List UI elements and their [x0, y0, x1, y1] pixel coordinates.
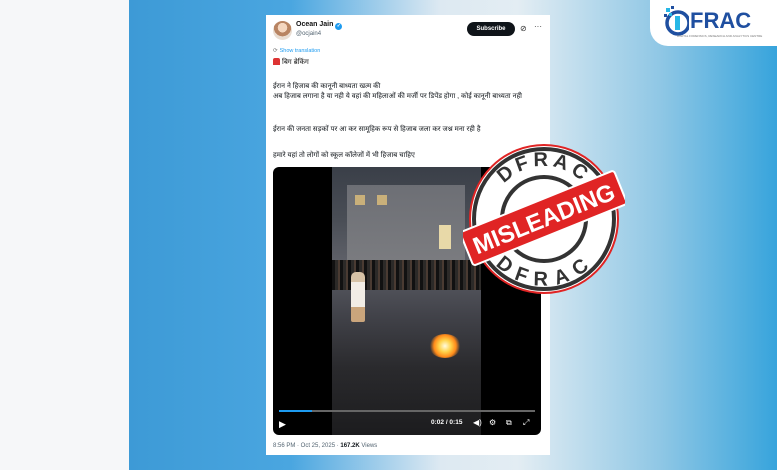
logo-subtitle: DIGITAL FORENSICS, RESEARCH AND ANALYTIC…	[677, 34, 763, 38]
timestamp[interactable]: 8:56 PM · Oct 25, 2025 ·	[273, 443, 340, 449]
siren-icon	[273, 58, 280, 65]
video-time: 0:02 / 0:15	[431, 419, 463, 426]
show-translation-label: Show translation	[279, 48, 321, 54]
settings-icon[interactable]: ⚙	[489, 418, 496, 427]
window	[439, 225, 451, 249]
tweet-paragraph-1: ईरान ने हिजाब की कानूनी बाध्यता खत्म की …	[273, 82, 545, 101]
video-progress-bar[interactable]	[279, 410, 535, 412]
author-handle[interactable]: @ocjain4	[296, 31, 321, 37]
show-translation-link[interactable]: ⟳ Show translation	[273, 48, 320, 54]
tweet-line-1: ईरान ने हिजाब की कानूनी बाध्यता खत्म की	[273, 83, 381, 90]
window	[355, 195, 365, 205]
more-icon[interactable]: ···	[534, 22, 542, 31]
logo-mark-icon	[664, 6, 689, 36]
misleading-stamp: DFRAC DFRAC MISLEADING	[463, 144, 625, 294]
left-background	[0, 0, 129, 470]
breaking-line: बिग ब्रेकिंग	[273, 58, 309, 67]
volume-icon[interactable]: ◀)	[473, 418, 482, 427]
breaking-text: बिग ब्रेकिंग	[282, 59, 309, 66]
fullscreen-icon[interactable]: ⧉	[506, 418, 512, 428]
person	[351, 272, 365, 322]
views-count: 167.2K	[340, 443, 360, 449]
avatar[interactable]	[273, 21, 292, 40]
video-controls: ▶ 0:02 / 0:15 ◀) ⚙ ⧉ ⤢	[273, 409, 541, 435]
tweet-footer: 8:56 PM · Oct 25, 2025 · 167.2K Views	[273, 443, 377, 449]
tweet-line-2: अब हिजाब लगाना है या नही ये वहां की महिल…	[273, 92, 522, 100]
video-frame	[332, 167, 481, 435]
building	[347, 185, 465, 265]
author-name[interactable]: Ocean Jain	[296, 21, 333, 28]
subscribe-button[interactable]: Subscribe	[467, 22, 515, 36]
verified-badge-icon: ✓	[335, 23, 343, 30]
grok-icon[interactable]: ⊘	[520, 24, 527, 33]
dfrac-logo: FRAC DIGITAL FORENSICS, RESEARCH AND ANA…	[650, 0, 777, 46]
tweet-paragraph-2: ईरान की जनता सड़कों पर आ कर सामूहिक रूप …	[273, 126, 481, 133]
play-icon[interactable]: ▶	[279, 419, 286, 430]
logo-text: FRAC	[690, 8, 752, 33]
video-progress-fill	[279, 410, 313, 412]
author-name-row[interactable]: Ocean Jain ✓	[296, 21, 343, 30]
fire	[429, 334, 461, 358]
window	[377, 195, 387, 205]
translate-icon: ⟳	[273, 48, 278, 54]
expand-icon[interactable]: ⤢	[523, 418, 529, 428]
views-label: Views	[359, 443, 378, 449]
